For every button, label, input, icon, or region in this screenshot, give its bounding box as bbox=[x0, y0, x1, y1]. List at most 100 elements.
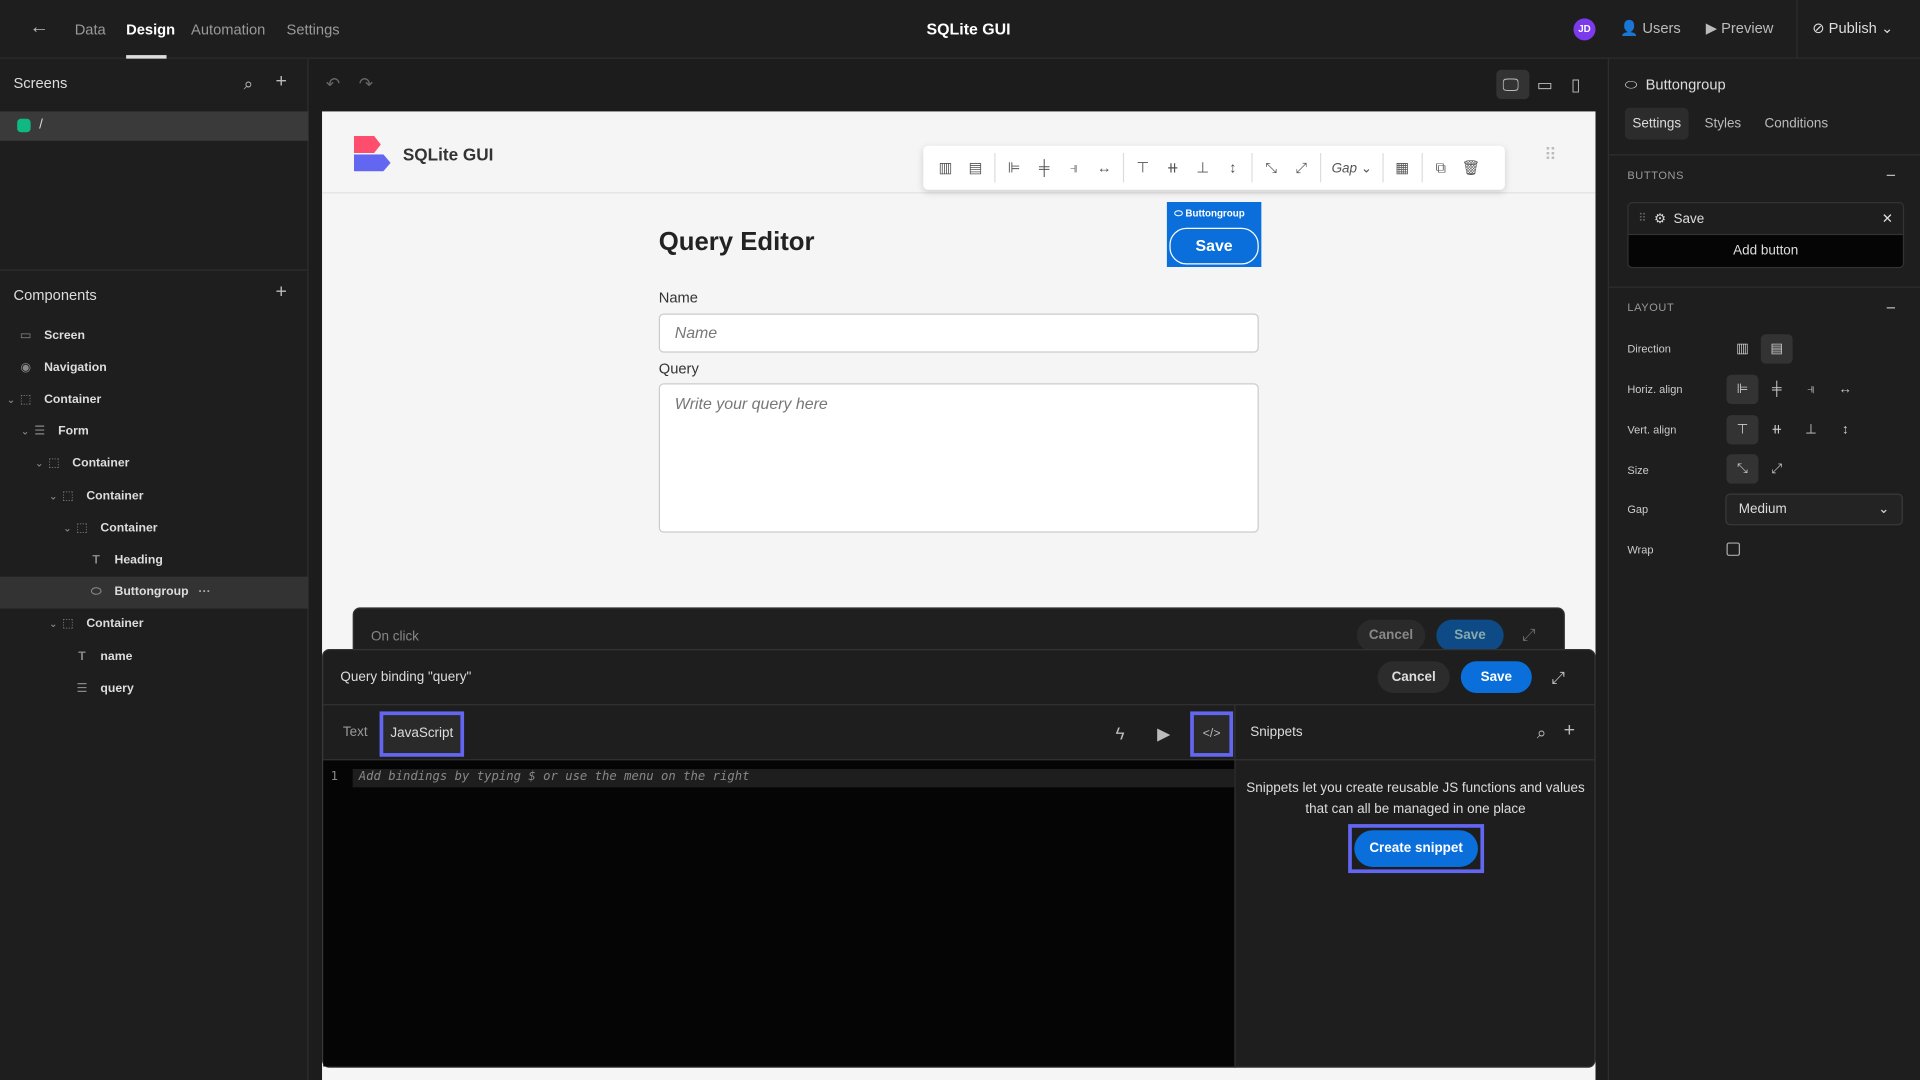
on-click-save-button[interactable]: Save bbox=[1436, 619, 1504, 652]
collapse-icon[interactable]: − bbox=[1886, 165, 1896, 185]
publish-button[interactable]: ⊘ Publish ⌄ bbox=[1812, 20, 1893, 37]
tab-styles[interactable]: Styles bbox=[1704, 116, 1741, 131]
create-snippet-button[interactable]: Create snippet bbox=[1354, 830, 1478, 867]
align-bottom-icon[interactable]: ⊥ bbox=[1795, 415, 1827, 444]
button-item[interactable]: ⠿ ⚙ Save ✕ bbox=[1628, 203, 1903, 236]
drag-handle-icon[interactable]: ⠿ bbox=[1638, 212, 1646, 225]
tree-item-label: Container bbox=[72, 457, 130, 471]
align-top-icon[interactable]: ⊤ bbox=[1128, 159, 1158, 176]
tree-item-label: query bbox=[100, 681, 134, 696]
tree-item[interactable]: ◉ Navigation bbox=[0, 352, 309, 384]
preview-button[interactable]: ▶ Preview bbox=[1706, 20, 1774, 37]
shrink-icon[interactable]: ⤡ bbox=[1726, 454, 1759, 484]
wrap-checkbox[interactable] bbox=[1726, 542, 1741, 556]
name-input[interactable]: Name bbox=[658, 313, 1259, 353]
tree-item[interactable]: ⌄ ⬚ Container bbox=[0, 384, 309, 416]
direction-row-icon[interactable]: ▤ bbox=[1760, 334, 1793, 364]
chevron-down-icon[interactable]: ⌄ bbox=[19, 426, 31, 437]
align-left-icon[interactable]: ⊫ bbox=[1726, 374, 1759, 405]
align-center-icon[interactable]: ╪ bbox=[1029, 159, 1059, 176]
align-bottom-icon[interactable]: ⊥ bbox=[1188, 159, 1218, 176]
chevron-down-icon[interactable]: ⌄ bbox=[47, 619, 59, 630]
collapse-icon[interactable]: − bbox=[1886, 298, 1896, 318]
add-component-icon[interactable]: + bbox=[276, 282, 287, 303]
desktop-icon[interactable]: 🖵 bbox=[1502, 75, 1519, 95]
tree-item[interactable]: ☰ query bbox=[0, 672, 309, 704]
gap-select[interactable]: Medium ⌄ bbox=[1725, 493, 1903, 526]
drag-grid-icon[interactable]: ⠿ bbox=[1544, 144, 1557, 165]
duplicate-icon[interactable]: ⧉ bbox=[1426, 159, 1456, 177]
tab-javascript[interactable]: JavaScript bbox=[379, 711, 465, 757]
tab-settings[interactable]: Settings bbox=[1624, 107, 1689, 140]
vertical-stretch-icon[interactable]: ↕ bbox=[1829, 415, 1861, 444]
chevron-down-icon[interactable]: ⌄ bbox=[33, 458, 45, 469]
vertical-stretch-icon[interactable]: ↕ bbox=[1218, 159, 1248, 176]
tree-item[interactable]: ⌄ ☰ Form bbox=[0, 416, 309, 448]
mobile-icon[interactable]: ▯ bbox=[1571, 75, 1580, 95]
shrink-icon[interactable]: ⤡ bbox=[1256, 159, 1286, 177]
direction-column-icon[interactable]: ▥ bbox=[1727, 334, 1759, 363]
lightning-icon[interactable]: ϟ bbox=[1116, 724, 1125, 744]
form-icon: ☰ bbox=[34, 425, 46, 439]
wrap-label: Wrap bbox=[1627, 543, 1654, 556]
gap-select[interactable]: Gap ⌄ bbox=[1325, 160, 1379, 176]
align-left-icon[interactable]: ⊫ bbox=[999, 159, 1029, 176]
delete-icon[interactable]: 🗑 bbox=[1456, 159, 1486, 176]
code-icon[interactable]: </> bbox=[1190, 711, 1234, 757]
tab-text[interactable]: Text bbox=[343, 725, 368, 740]
expand-icon[interactable]: ⤢ bbox=[1551, 667, 1565, 687]
query-label: Query bbox=[658, 360, 699, 378]
preview-label: Preview bbox=[1721, 19, 1774, 37]
tab-conditions[interactable]: Conditions bbox=[1764, 116, 1828, 131]
on-click-cancel-button[interactable]: Cancel bbox=[1356, 619, 1426, 652]
expand-icon[interactable]: ⤢ bbox=[1286, 159, 1316, 177]
code-editor[interactable] bbox=[323, 760, 1235, 1067]
align-middle-icon[interactable]: ⧺ bbox=[1761, 415, 1793, 444]
tree-item-label: Container bbox=[100, 521, 158, 535]
users-button[interactable]: 👤 Users bbox=[1620, 20, 1681, 37]
tree-item[interactable]: ⌄ ⬚ Container bbox=[0, 448, 309, 480]
add-snippet-icon[interactable]: + bbox=[1564, 721, 1575, 741]
align-stretch-icon[interactable]: ↔ bbox=[1829, 375, 1861, 404]
search-icon[interactable]: ⌕ bbox=[244, 73, 254, 93]
chevron-down-icon[interactable]: ⌄ bbox=[61, 522, 73, 533]
screen-item[interactable]: / bbox=[0, 111, 309, 141]
binding-save-button[interactable]: Save bbox=[1460, 661, 1532, 694]
tree-item[interactable]: ▭ Screen bbox=[0, 320, 309, 352]
vert-align-label: Vert. align bbox=[1627, 423, 1677, 436]
save-button[interactable]: Save bbox=[1169, 227, 1259, 265]
align-right-icon[interactable]: ⫣ bbox=[1059, 159, 1089, 177]
tree-item[interactable]: ⌄ ⬚ Container bbox=[0, 512, 309, 544]
tree-item[interactable]: ⌄ ⬚ Container bbox=[0, 480, 309, 512]
buttongroup-selection[interactable]: ⬭ Buttongroup Save bbox=[1166, 202, 1262, 267]
redo-icon[interactable]: ↷ bbox=[359, 73, 373, 93]
expand-icon[interactable]: ⤢ bbox=[1761, 454, 1793, 483]
add-screen-icon[interactable]: + bbox=[276, 72, 287, 92]
tree-item[interactable]: ⌄ ⬚ Container bbox=[0, 608, 309, 640]
align-right-icon[interactable]: ⫣ bbox=[1795, 375, 1827, 404]
more-icon[interactable]: ··· bbox=[198, 585, 210, 598]
tree-item-label: Container bbox=[86, 489, 144, 503]
tablet-icon[interactable]: ▭ bbox=[1537, 75, 1553, 95]
direction-row-icon[interactable]: ▤ bbox=[961, 159, 991, 176]
search-icon[interactable]: ⌕ bbox=[1537, 722, 1547, 742]
chevron-down-icon[interactable]: ⌄ bbox=[47, 490, 59, 501]
align-stretch-icon[interactable]: ↔ bbox=[1089, 159, 1119, 176]
tree-item[interactable]: ⬭ Buttongroup ··· bbox=[0, 576, 309, 609]
query-textarea[interactable]: Write your query here bbox=[658, 383, 1259, 533]
align-middle-icon[interactable]: ⧺ bbox=[1158, 159, 1188, 176]
align-center-icon[interactable]: ╪ bbox=[1761, 375, 1793, 404]
direction-column-icon[interactable]: ▥ bbox=[931, 159, 961, 176]
close-icon[interactable]: ✕ bbox=[1882, 211, 1893, 227]
play-icon[interactable]: ▶ bbox=[1157, 724, 1170, 744]
avatar[interactable]: JD bbox=[1573, 18, 1596, 41]
tree-item[interactable]: T Heading bbox=[0, 544, 309, 576]
tree-item[interactable]: Tname bbox=[0, 640, 309, 672]
expand-icon[interactable]: ⤢ bbox=[1522, 624, 1536, 644]
align-top-icon[interactable]: ⊤ bbox=[1726, 415, 1759, 445]
undo-icon[interactable]: ↶ bbox=[326, 73, 340, 93]
add-button[interactable]: Add button bbox=[1628, 235, 1903, 267]
wrap-icon[interactable]: ▦ bbox=[1387, 159, 1417, 176]
binding-cancel-button[interactable]: Cancel bbox=[1377, 661, 1450, 694]
chevron-down-icon[interactable]: ⌄ bbox=[5, 394, 17, 405]
